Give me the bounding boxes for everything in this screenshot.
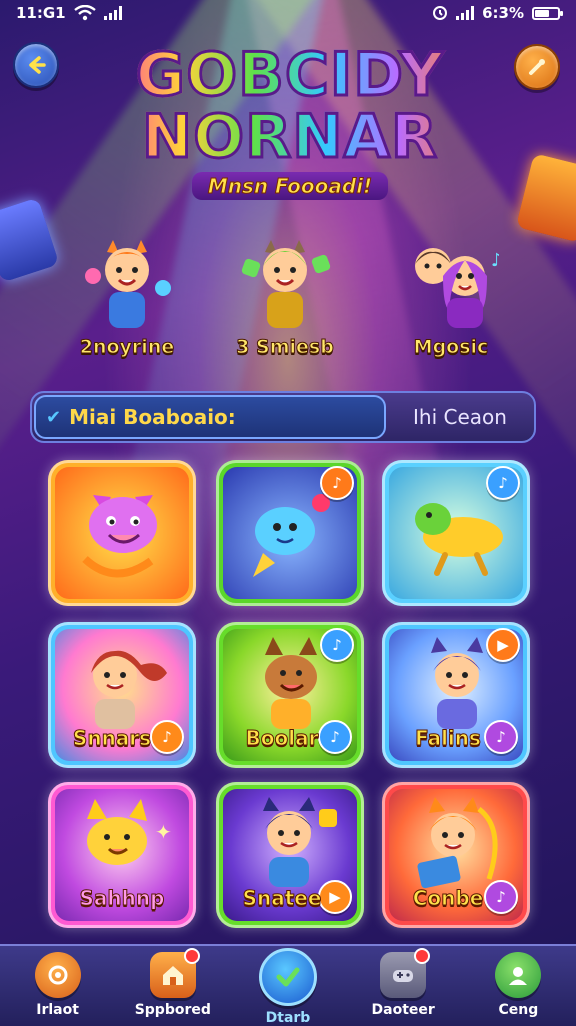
search-input-value: Miai Boaboaio:: [69, 405, 236, 429]
character-avatar-green: [237, 236, 333, 332]
nav-label: Ceng: [498, 1002, 539, 1018]
game-tile-label: Conbe: [412, 886, 484, 911]
character-label-1: 2noyrine: [79, 336, 175, 359]
status-bar: 11:G1 6:3%: [0, 0, 576, 26]
wifi-icon: [73, 5, 96, 21]
pink-blob-creature-icon: [82, 495, 157, 578]
title-line-1: GOBCIDY: [110, 43, 470, 108]
title-line-2: NORNAR: [110, 105, 470, 170]
game-tile-label: Snatee: [242, 886, 322, 911]
svg-text:✦: ✦: [155, 820, 172, 844]
signal-icon: [103, 6, 124, 20]
character-avatar-orange: [79, 236, 175, 332]
search-input[interactable]: ✔ Miai Boaboaio:: [34, 395, 386, 439]
character-card-2[interactable]: 3 Smiesb: [210, 236, 360, 359]
game-title: GOBCIDY NORNAR Mnsn Foooadi!: [110, 43, 470, 200]
battery-percent: 6:3%: [482, 4, 524, 22]
settings-button[interactable]: [514, 44, 560, 90]
decor-cube-left: [0, 197, 60, 283]
profile-icon: [495, 952, 542, 998]
game-tile-1[interactable]: [48, 460, 196, 606]
battery-icon: [532, 6, 563, 20]
search-bar: ✔ Miai Boaboaio: Ihi Ceaon: [30, 391, 536, 443]
character-avatar-duo: ♪: [403, 236, 499, 332]
checkmark-icon: ✔: [46, 406, 62, 428]
game-tile-9[interactable]: ♪ Conbe: [382, 782, 530, 928]
character-label-2: 3 Smiesb: [236, 336, 335, 359]
check-icon: [258, 948, 317, 1006]
game-tile-6[interactable]: ▶ ♪ Falins: [382, 622, 530, 768]
game-tile-4[interactable]: ♪ Snnars: [48, 622, 196, 768]
alarm-icon: [432, 5, 448, 21]
wrench-icon: [526, 56, 548, 78]
bottom-nav: Irlaot Sppbored Dtarb Daoteer Ceng: [0, 944, 576, 1026]
music-badge-icon: ♪: [320, 466, 354, 500]
nav-item-3[interactable]: Dtarb: [233, 946, 343, 1026]
lock-icon: [34, 952, 81, 998]
notification-dot: [414, 948, 431, 964]
game-tile-7[interactable]: ✦ Sahhnp: [48, 782, 196, 928]
gamepad-icon: [380, 948, 431, 998]
game-tile-label: Boolar: [245, 726, 319, 751]
game-tile-3[interactable]: ♪: [382, 460, 530, 606]
arrow-left-icon: [25, 54, 47, 76]
nav-label: Daoteer: [371, 1002, 435, 1018]
character-label-3: Mgosic: [413, 336, 489, 359]
back-button[interactable]: [13, 42, 59, 88]
svg-text:♪: ♪: [491, 250, 499, 271]
signal-bars-icon: [456, 6, 475, 20]
music-note-top-icon: ♪: [320, 628, 354, 662]
game-tile-label: Snnars: [72, 726, 152, 751]
nav-item-4[interactable]: Daoteer: [348, 946, 458, 1018]
nav-item-2[interactable]: Sppbored: [118, 946, 228, 1018]
search-button[interactable]: Ihi Ceaon: [386, 405, 534, 429]
home-icon: [149, 948, 200, 998]
status-time: 11:G1: [16, 4, 66, 22]
game-tile-label: Sahhnp: [79, 886, 165, 911]
nav-item-1[interactable]: Irlaot: [3, 946, 113, 1018]
game-tile-label: Falins: [415, 726, 482, 751]
nav-label: Sppbored: [134, 1002, 211, 1018]
title-subtitle: Mnsn Foooadi!: [191, 172, 389, 200]
notification-dot: [183, 948, 200, 964]
music-badge-icon: ♪: [486, 466, 520, 500]
game-tile-2[interactable]: ♪: [216, 460, 364, 606]
character-card-1[interactable]: 2noyrine: [52, 236, 202, 359]
nav-item-5[interactable]: Ceng: [463, 946, 573, 1018]
play-top-icon: ▶: [486, 628, 520, 662]
character-card-3[interactable]: ♪ Mgosic: [376, 236, 526, 359]
game-tile-5[interactable]: ♪ ♪ Boolar: [216, 622, 364, 768]
nav-label: Irlaot: [36, 1002, 79, 1018]
decor-cube-right: [515, 153, 576, 243]
game-tile-8[interactable]: ▶ Snatee: [216, 782, 364, 928]
game-grid: ♪ ♪ ♪ Snnars ♪ ♪ Boolar ▶ ♪ Falins ✦ Sah…: [48, 460, 530, 930]
